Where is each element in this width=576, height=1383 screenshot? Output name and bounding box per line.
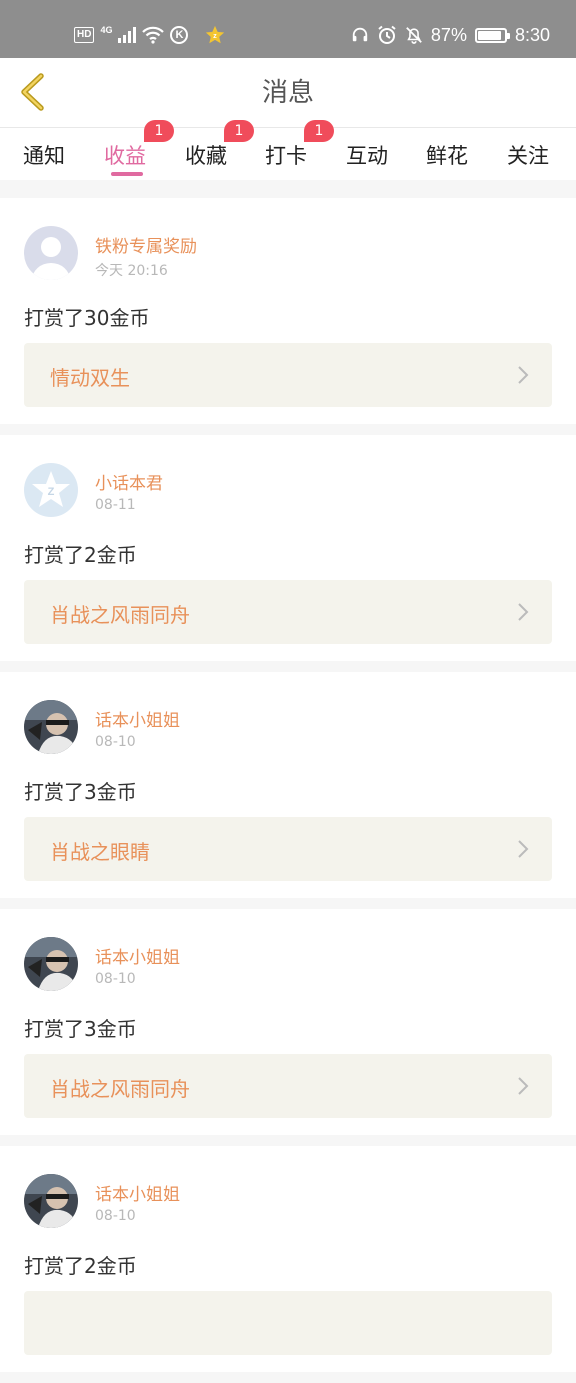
hd-icon: HD bbox=[74, 27, 95, 43]
tab-label: 通知 bbox=[23, 144, 65, 168]
story-title: 肖战之眼睛 bbox=[50, 840, 150, 864]
username[interactable]: 话本小姐姐 bbox=[95, 943, 180, 968]
svg-text:z: z bbox=[213, 31, 217, 40]
story-link[interactable]: 情动双生 bbox=[24, 343, 552, 407]
photo-avatar[interactable] bbox=[24, 937, 78, 991]
status-left: HD 4G K bbox=[74, 22, 189, 48]
signal-icon bbox=[118, 27, 137, 43]
logo-avatar[interactable]: Z bbox=[24, 463, 78, 517]
page-title: 消息 bbox=[261, 78, 314, 108]
reward-text: 打赏了2金币 bbox=[24, 1254, 137, 1278]
reward-text: 打赏了2金币 bbox=[24, 543, 137, 567]
photo-avatar[interactable] bbox=[24, 1174, 78, 1228]
photo-avatar[interactable] bbox=[24, 700, 78, 754]
username[interactable]: 铁粉专属奖励 bbox=[95, 232, 197, 257]
reward-text: 打赏了3金币 bbox=[24, 1017, 137, 1041]
chevron-right-icon bbox=[518, 840, 529, 858]
mute-bell-icon bbox=[406, 27, 422, 44]
default-avatar[interactable] bbox=[24, 226, 78, 280]
tab-label: 关注 bbox=[507, 144, 549, 168]
message-card: 话本小姐姐 08-10 打赏了3金币 肖战之风雨同舟 bbox=[0, 909, 576, 1135]
chevron-right-icon bbox=[518, 603, 529, 621]
tab-badge: 1 bbox=[144, 120, 174, 142]
message-card: 铁粉专属奖励 今天 20:16 打赏了30金币 情动双生 bbox=[0, 198, 576, 424]
story-title: 情动双生 bbox=[50, 366, 130, 390]
tab-label: 鲜花 bbox=[426, 144, 468, 168]
timestamp: 08-10 bbox=[95, 971, 136, 987]
chevron-right-icon bbox=[518, 366, 529, 384]
status-bar: HD 4G K z 87% 8:30 bbox=[0, 0, 576, 58]
message-card: Z 小话本君 08-11 打赏了2金币 肖战之风雨同舟 bbox=[0, 435, 576, 661]
k-app-icon: K bbox=[170, 26, 189, 44]
username[interactable]: 小话本君 bbox=[95, 469, 163, 494]
tab-label: 收益 bbox=[104, 144, 146, 168]
active-tab-indicator bbox=[111, 172, 143, 176]
clock: 8:30 bbox=[514, 24, 550, 45]
wifi-icon bbox=[142, 26, 165, 44]
story-link[interactable]: 肖战之风雨同舟 bbox=[24, 1054, 552, 1118]
timestamp: 08-10 bbox=[95, 1208, 136, 1224]
story-link[interactable] bbox=[24, 1291, 552, 1355]
story-title: 肖战之风雨同舟 bbox=[50, 603, 190, 627]
tab-badge: 1 bbox=[224, 120, 254, 142]
username[interactable]: 话本小姐姐 bbox=[95, 706, 180, 731]
reward-text: 打赏了3金币 bbox=[24, 780, 137, 804]
story-title: 肖战之风雨同舟 bbox=[50, 1077, 190, 1101]
network-type: 4G bbox=[100, 25, 113, 35]
username[interactable]: 话本小姐姐 bbox=[95, 1180, 180, 1205]
timestamp: 08-10 bbox=[95, 734, 136, 750]
tab-badge: 1 bbox=[304, 120, 334, 142]
alarm-icon bbox=[378, 25, 396, 44]
tab-label: 互动 bbox=[346, 144, 388, 168]
story-link[interactable]: 肖战之风雨同舟 bbox=[24, 580, 552, 644]
message-list: 铁粉专属奖励 今天 20:16 打赏了30金币 情动双生 Z 小话本君 08-1… bbox=[0, 180, 576, 1383]
story-link[interactable]: 肖战之眼睛 bbox=[24, 817, 552, 881]
battery-percent: 87% bbox=[430, 24, 467, 45]
reward-text: 打赏了30金币 bbox=[24, 306, 150, 330]
battery-icon bbox=[474, 27, 510, 43]
timestamp: 今天 20:16 bbox=[95, 263, 168, 279]
tab-label: 收藏 bbox=[185, 144, 227, 168]
svg-text:Z: Z bbox=[48, 486, 55, 498]
message-card: 话本小姐姐 08-10 打赏了3金币 肖战之眼睛 bbox=[0, 672, 576, 898]
tab-bar: 通知 收益 1 收藏 1 打卡 1 互动 鲜花 关注 bbox=[0, 120, 576, 180]
chevron-right-icon bbox=[518, 1077, 529, 1095]
headset-icon bbox=[352, 27, 368, 42]
message-card: 话本小姐姐 08-10 打赏了2金币 bbox=[0, 1146, 576, 1372]
header: 消息 bbox=[0, 58, 576, 128]
tab-label: 打卡 bbox=[265, 144, 307, 168]
status-right: 87% 8:30 bbox=[351, 22, 550, 48]
star-app-icon: z bbox=[205, 25, 225, 44]
timestamp: 08-11 bbox=[95, 497, 136, 513]
